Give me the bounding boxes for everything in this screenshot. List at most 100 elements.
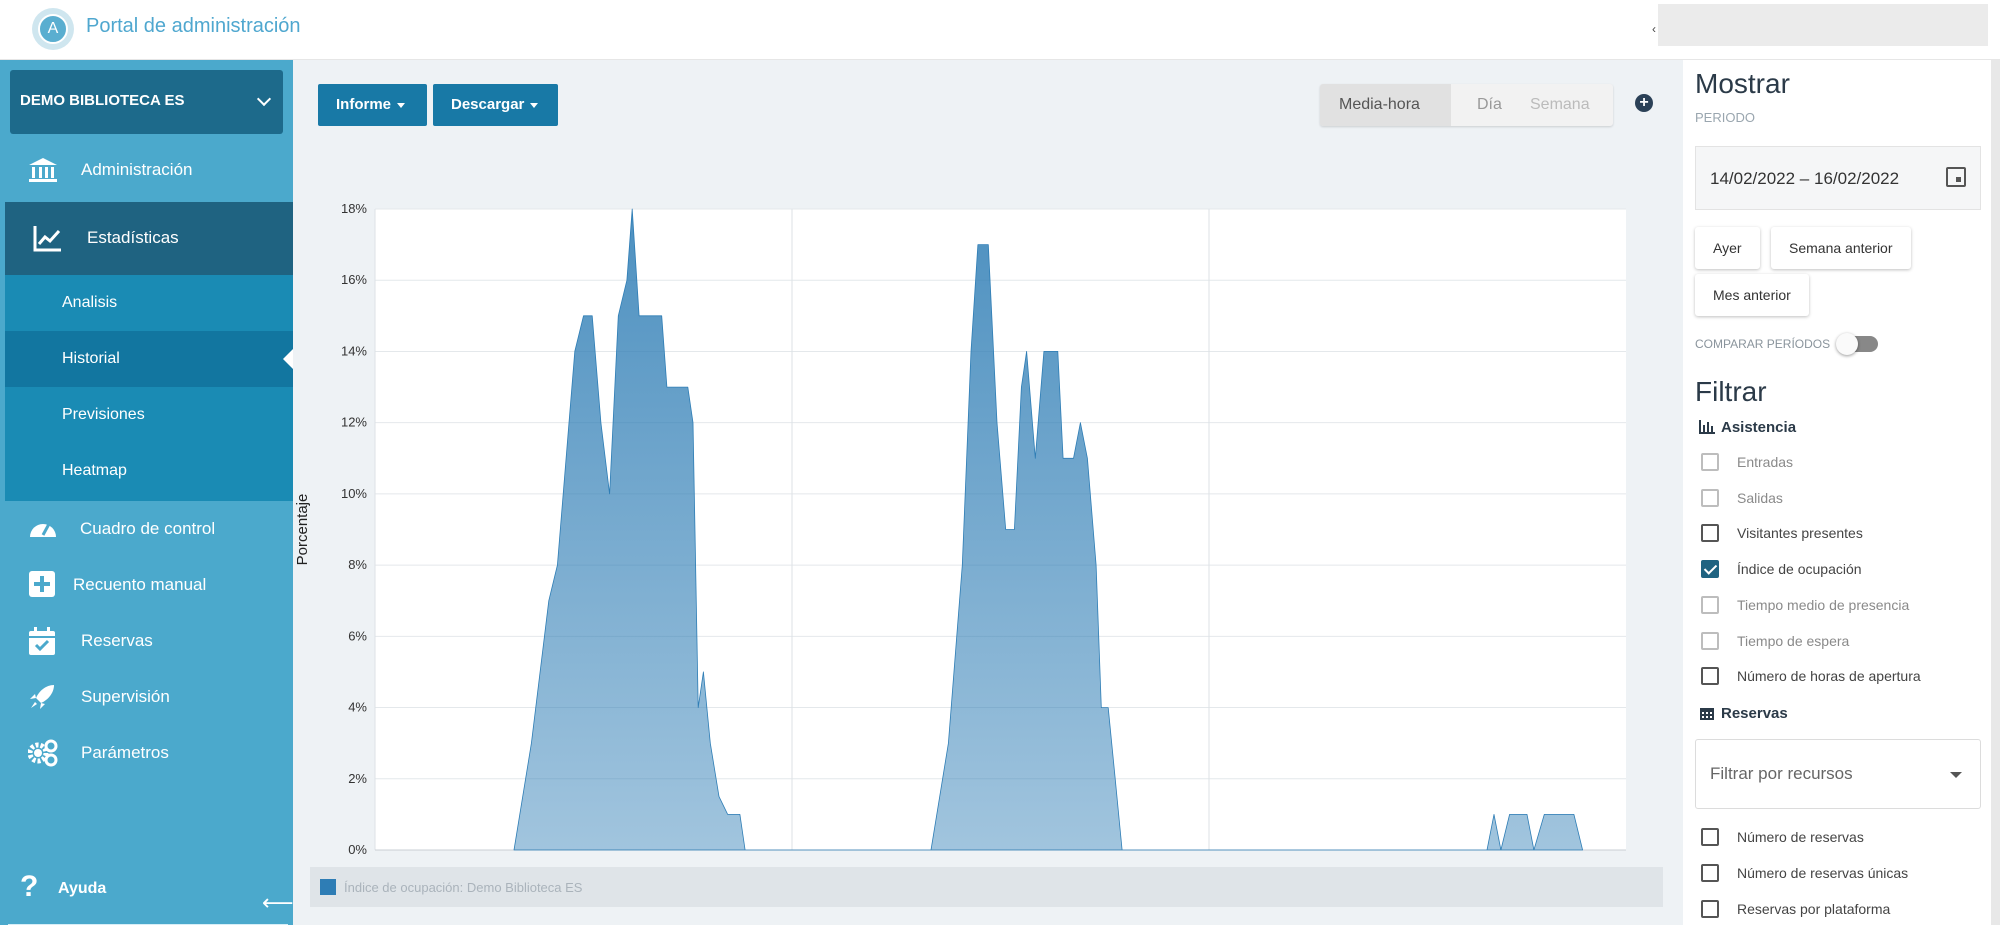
user-area[interactable] (1658, 4, 1988, 46)
yesterday-button[interactable]: Ayer (1695, 227, 1760, 269)
sidebar-item-label: Parámetros (81, 743, 169, 762)
calendar-icon (1700, 708, 1714, 720)
sidebar-item-label: Estadísticas (87, 228, 179, 247)
y-tick-label: 2% (348, 771, 367, 786)
checkbox (1701, 453, 1719, 471)
y-axis-label: Porcentaje (294, 494, 311, 566)
caret-down-icon (530, 102, 539, 108)
checkbox-label: Índice de ocupación (1737, 561, 1862, 578)
previous-week-button[interactable]: Semana anterior (1771, 227, 1911, 269)
statistics-submenu: Analisis Historial Previsiones Heatmap (5, 275, 293, 501)
chart-line-icon (33, 226, 61, 252)
sidebar: DEMO BIBLIOTECA ES Administración Estadí… (0, 60, 294, 925)
checkbox (1701, 595, 1719, 614)
previous-month-button[interactable]: Mes anterior (1695, 274, 1809, 316)
y-tick-label: 4% (348, 700, 367, 715)
checkbox-label: Salidas (1737, 489, 1783, 506)
checkbox-label: Tiempo medio de presencia (1737, 596, 1910, 613)
top-right-mark: ‹ (1652, 22, 1656, 36)
download-label: Descargar (451, 96, 525, 113)
question-icon: ? (20, 870, 39, 903)
date-range-field[interactable]: 14/02/2022 – 16/02/2022 (1695, 146, 1981, 210)
occupancy-chart: 0%2%4%6%8%10%12%14%16%18%14-02-202215-02… (294, 201, 1626, 880)
checkbox[interactable] (1701, 828, 1719, 846)
checkbox[interactable] (1701, 524, 1719, 543)
compare-periods-label: COMPARAR PERÍODOS (1695, 337, 1831, 351)
checkbox (1701, 488, 1719, 507)
chevron-down-icon (256, 91, 272, 107)
sidebar-item-supervision[interactable]: Supervisión (0, 669, 293, 725)
sidebar-item-estadisticas[interactable]: Estadísticas (5, 202, 293, 275)
submenu-label: Analisis (62, 294, 118, 311)
report-label: Informe (336, 96, 392, 113)
y-tick-label: 0% (348, 842, 367, 857)
sidebar-item-label: Cuadro de control (80, 519, 216, 538)
panel-scrollbar[interactable] (1991, 60, 2000, 925)
granularity-half-hour[interactable]: Media-hora (1339, 96, 1420, 114)
submenu-label: Heatmap (62, 462, 127, 479)
show-title: Mostrar (1695, 68, 1790, 99)
checkbox-label: Número de reservas (1737, 829, 1864, 845)
submenu-item-historial[interactable]: Historial (5, 331, 293, 387)
help-label: Ayuda (58, 880, 107, 897)
granularity-toggle: Media-hora Día Semana (1320, 84, 1613, 126)
checkbox[interactable] (1701, 900, 1719, 918)
filter-title: Filtrar (1695, 376, 1767, 407)
app-logo[interactable]: A (32, 8, 74, 50)
submenu-item-heatmap[interactable]: Heatmap (5, 443, 293, 499)
gauge-icon (30, 523, 56, 537)
date-range-value: 14/02/2022 – 16/02/2022 (1710, 169, 1900, 188)
sidebar-item-label: Administración (81, 160, 193, 179)
sidebar-item-label: Recuento manual (73, 575, 207, 594)
sidebar-item-label: Reservas (81, 631, 153, 650)
y-tick-label: 8% (348, 557, 367, 572)
bar-chart-icon (1699, 420, 1715, 434)
add-chart-button[interactable]: + (1635, 94, 1653, 112)
top-bar: A Portal de administración ‹ (0, 0, 2000, 60)
reservations-label: Reservas (1721, 705, 1788, 722)
submenu-label: Previsiones (62, 406, 145, 423)
attendance-section-title: Asistencia (1699, 419, 1796, 436)
caret-down-icon (397, 102, 406, 108)
checkbox[interactable] (1701, 560, 1719, 579)
compare-periods-toggle[interactable] (1836, 333, 1878, 355)
resource-filter-placeholder: Filtrar por recursos (1710, 764, 1853, 783)
checkbox-label: Visitantes presentes (1737, 525, 1863, 542)
report-button[interactable]: Informe (318, 84, 427, 126)
checkbox-label: Reservas por plataforma (1737, 901, 1891, 917)
checkbox[interactable] (1701, 667, 1719, 686)
legend-swatch[interactable] (320, 879, 336, 895)
collapse-sidebar-icon[interactable]: ⟵ (262, 890, 294, 916)
reservations-section-title: Reservas (1699, 705, 1788, 722)
calendar-icon[interactable] (1946, 167, 1966, 187)
y-tick-label: 6% (348, 628, 367, 643)
filter-panel: Mostrar PERIODO 14/02/2022 – 16/02/2022 … (1683, 60, 2000, 925)
submenu-item-previsiones[interactable]: Previsiones (5, 387, 293, 443)
submenu-item-analisis[interactable]: Analisis (5, 275, 293, 331)
plus-square-icon (29, 571, 55, 597)
checkbox-label: Número de reservas únicas (1737, 865, 1909, 881)
library-selector[interactable]: DEMO BIBLIOTECA ES (10, 70, 283, 134)
sidebar-item-recuento-manual[interactable]: Recuento manual (0, 557, 293, 613)
sidebar-item-administracion[interactable]: Administración (0, 142, 293, 198)
caret-down-icon (1950, 772, 1962, 778)
bank-icon (29, 158, 57, 182)
submenu-label: Historial (62, 350, 120, 367)
chart-legend: Índice de ocupación: Demo Biblioteca ES (310, 867, 1663, 907)
library-name: DEMO BIBLIOTECA ES (20, 92, 185, 109)
sidebar-item-cuadro-de-control[interactable]: Cuadro de control (0, 501, 293, 557)
legend-label[interactable]: Índice de ocupación: Demo Biblioteca ES (344, 880, 582, 895)
sidebar-item-reservas[interactable]: Reservas (0, 613, 293, 669)
checkbox[interactable] (1701, 864, 1719, 882)
main-content: Informe Descargar Media-hora Día Semana … (293, 60, 1683, 925)
resource-filter-select[interactable]: Filtrar por recursos (1695, 739, 1981, 809)
granularity-day[interactable]: Día (1477, 96, 1502, 114)
y-tick-label: 16% (341, 272, 367, 287)
checkbox-label: Entradas (1737, 454, 1794, 470)
checkbox-label: Número de horas de apertura (1737, 668, 1921, 685)
y-tick-label: 10% (341, 486, 367, 501)
sidebar-item-parametros[interactable]: Parámetros (0, 725, 293, 781)
granularity-week[interactable]: Semana (1530, 96, 1590, 114)
download-button[interactable]: Descargar (433, 84, 558, 126)
toggle-knob (1836, 333, 1858, 355)
